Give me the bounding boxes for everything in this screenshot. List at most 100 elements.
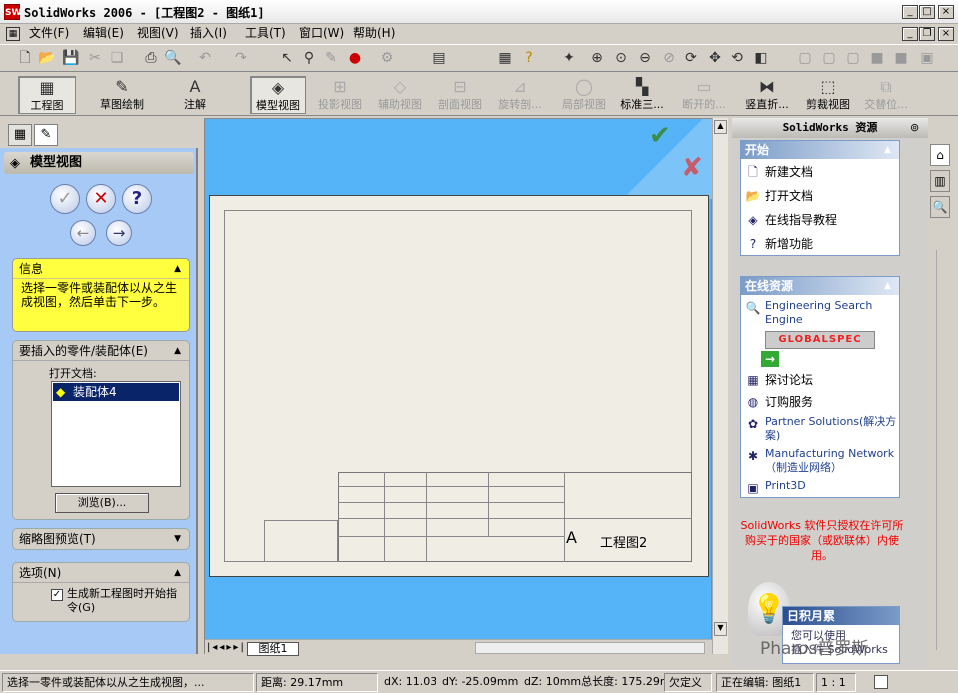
annotation-button[interactable]: A 注解 <box>172 76 218 114</box>
doc-minimize-button[interactable]: _ <box>902 27 918 41</box>
file-explorer-icon[interactable]: 🔍 <box>930 196 950 218</box>
close-button[interactable]: × <box>938 5 954 19</box>
doc-close-button[interactable]: × <box>938 27 954 41</box>
cut-icon[interactable]: ✂ <box>86 49 104 67</box>
view-orientation-icon[interactable]: ◧ <box>752 49 770 67</box>
manufacturing-network-link[interactable]: ✱ Manufacturing Network（制造业网络） <box>741 447 899 475</box>
design-library-icon[interactable]: ▥ <box>930 170 950 192</box>
print-preview-icon[interactable]: 🔍 <box>164 49 182 67</box>
maximize-button[interactable]: □ <box>919 5 935 19</box>
whats-new-link[interactable]: ? 新增功能 <box>741 235 899 253</box>
minimize-button[interactable]: _ <box>902 5 918 19</box>
task-pane-scrollbar[interactable] <box>936 250 944 650</box>
wireframe-icon[interactable]: ▢ <box>796 49 814 67</box>
menu-file[interactable]: 文件(F) <box>26 25 72 43</box>
zoom-to-fit-icon[interactable]: ⊕ <box>588 49 606 67</box>
globalspec-logo[interactable]: GLOBALSPEC <box>765 331 875 349</box>
help-icon[interactable]: ? <box>520 49 538 67</box>
redo-icon[interactable]: ↷ <box>232 49 250 67</box>
next-arrow-button[interactable]: → <box>106 220 132 246</box>
perspective-icon[interactable]: ▣ <box>918 49 936 67</box>
ok-check-button[interactable]: ✓ <box>50 184 80 214</box>
print3d-link[interactable]: ▣ Print3D <box>741 479 899 495</box>
menu-edit[interactable]: 编辑(E) <box>80 25 127 43</box>
new-document-icon[interactable]: 🗋 <box>16 49 34 67</box>
graphics-area[interactable]: ✔ ✘ A 工程图2 |◂◂▸▸| 图纸1 <box>204 118 713 656</box>
home-icon[interactable]: ⌂ <box>930 144 950 166</box>
open-folder-icon[interactable]: 📂 <box>38 49 56 67</box>
rotate-view-icon[interactable]: ⟳ <box>682 49 700 67</box>
select-pointer-icon[interactable]: ↖ <box>278 49 296 67</box>
menu-help[interactable]: 帮助(H) <box>350 25 398 43</box>
section-view-button[interactable]: ⊟ 剖面视图 <box>432 76 488 114</box>
shaded-icon[interactable]: ■ <box>892 49 910 67</box>
detail-view-button[interactable]: ◯ 局部视图 <box>556 76 612 114</box>
aligned-section-button[interactable]: ⊿ 旋转剖... <box>492 76 548 114</box>
forum-link[interactable]: ▦ 探讨论坛 <box>741 371 899 389</box>
status-scale[interactable]: 1 : 1 <box>816 673 856 692</box>
new-document-link[interactable]: 🗋 新建文档 <box>741 163 899 181</box>
alternate-position-button[interactable]: ⧉ 交替位... <box>858 76 914 114</box>
sketch-button[interactable]: ✎ 草图绘制 <box>92 76 152 114</box>
properties-icon[interactable]: ▤ <box>430 49 448 67</box>
start-command-checkbox[interactable]: ✓ <box>51 589 63 601</box>
auxiliary-view-button[interactable]: ◇ 辅助视图 <box>372 76 428 114</box>
pin-icon[interactable]: ⊚ <box>910 121 919 134</box>
online-tutorial-link[interactable]: ◈ 在线指导教程 <box>741 211 899 229</box>
zoom-selection-icon[interactable]: ⊘ <box>660 49 678 67</box>
doc-restore-button[interactable]: ❐ <box>919 27 935 41</box>
vertical-break-button[interactable]: ⧓ 竖直折... <box>738 76 796 114</box>
rebuild-icon[interactable]: ● <box>346 49 364 67</box>
open-document-link[interactable]: 📂 打开文档 <box>741 187 899 205</box>
hidden-removed-icon[interactable]: ▢ <box>844 49 862 67</box>
help-question-button[interactable]: ? <box>122 184 152 214</box>
menu-view[interactable]: 视图(V) <box>134 25 182 43</box>
cancel-x-button[interactable]: ✕ <box>86 184 116 214</box>
confirm-check-icon[interactable]: ✔ <box>649 121 671 151</box>
engineering-search-link[interactable]: 🔍 Engineering Search Engine <box>741 299 899 327</box>
thumbnail-box[interactable]: 缩略图预览(T) ▼ <box>12 528 190 550</box>
standard-3-view-button[interactable]: ▚ 标准三... <box>614 76 670 114</box>
parts-header[interactable]: 要插入的零件/装配体(E) ▲ <box>13 341 189 361</box>
back-arrow-button[interactable]: ← <box>70 220 96 246</box>
solidworks-app-icon[interactable]: SW <box>4 4 21 20</box>
browse-button[interactable]: 浏览(B)... <box>55 493 149 513</box>
go-arrow-button[interactable]: → <box>761 351 779 367</box>
open-documents-list[interactable]: ◆ 装配体4 <box>51 381 181 487</box>
copy-icon[interactable]: ❏ <box>108 49 126 67</box>
view-3d-icon[interactable]: ⟲ <box>728 49 746 67</box>
subscription-link[interactable]: ◍ 订购服务 <box>741 393 899 411</box>
tab-scroll-arrows[interactable]: |◂◂▸▸| <box>207 642 246 653</box>
start-header[interactable]: 开始 ▲ <box>741 141 899 159</box>
horizontal-scrollbar[interactable] <box>475 642 705 654</box>
cancel-x-icon[interactable]: ✘ <box>681 153 703 183</box>
zoom-area-icon[interactable]: ⊙ <box>612 49 630 67</box>
shaded-edges-icon[interactable]: ■ <box>868 49 886 67</box>
notes-icon[interactable]: ▦ <box>496 49 514 67</box>
online-header[interactable]: 在线资源 ▲ <box>741 277 899 295</box>
scroll-down-arrow[interactable]: ▼ <box>714 622 727 636</box>
partner-solutions-link[interactable]: ✿ Partner Solutions(解决方案) <box>741 415 899 443</box>
zoom-in-out-icon[interactable]: ⊖ <box>636 49 654 67</box>
options-header[interactable]: 选项(N) ▲ <box>13 563 189 583</box>
scroll-up-arrow[interactable]: ▲ <box>714 120 727 134</box>
sketch-icon[interactable]: ✎ <box>322 49 340 67</box>
model-view-button[interactable]: ◈ 模型视图 <box>250 76 306 114</box>
broken-view-button[interactable]: ▭ 断开的... <box>674 76 734 114</box>
magnet-icon[interactable]: ✦ <box>560 49 578 67</box>
hidden-lines-icon[interactable]: ▢ <box>820 49 838 67</box>
menu-insert[interactable]: 插入(I) <box>187 25 230 43</box>
status-toggle-icon[interactable] <box>874 675 888 689</box>
print-icon[interactable]: ⎙ <box>142 49 160 67</box>
projected-view-button[interactable]: ⊞ 投影视图 <box>312 76 368 114</box>
save-icon[interactable]: 💾 <box>62 49 80 67</box>
feature-tree-tab[interactable]: ▦ <box>8 124 32 146</box>
vertical-scrollbar[interactable]: ▲ ▼ <box>712 118 728 654</box>
list-item[interactable]: ◆ 装配体4 <box>53 383 179 401</box>
info-header[interactable]: 信息 ▲ <box>13 259 189 279</box>
drawing-button[interactable]: ▦ 工程图 <box>18 76 76 114</box>
property-manager-tab[interactable]: ✎ <box>34 124 58 146</box>
undo-icon[interactable]: ↶ <box>196 49 214 67</box>
menu-tools[interactable]: 工具(T) <box>242 25 289 43</box>
menu-window[interactable]: 窗口(W) <box>296 25 347 43</box>
